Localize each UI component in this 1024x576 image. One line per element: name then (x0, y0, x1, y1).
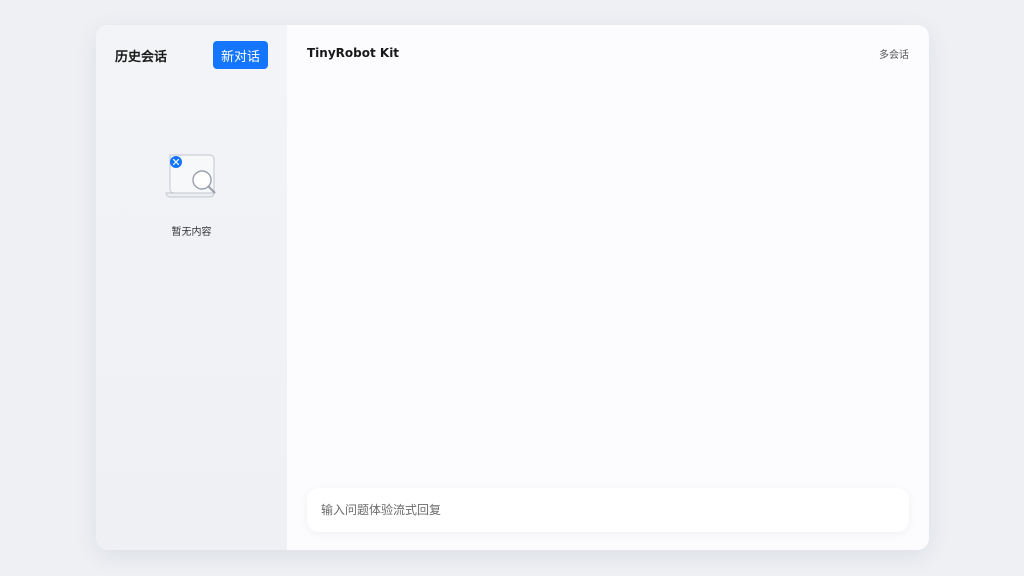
sidebar-title: 历史会话 (115, 49, 168, 65)
chat-header: TinyRobot Kit 多会话 (307, 43, 909, 63)
empty-state-text: 暂无内容 (171, 227, 212, 238)
app-title: TinyRobot Kit (307, 46, 400, 60)
empty-state: 暂无内容 (96, 149, 287, 238)
history-sidebar: 历史会话 新对话 暂无内容 (96, 25, 287, 550)
new-chat-button[interactable]: 新对话 (212, 41, 268, 69)
sidebar-header: 历史会话 新对话 (115, 41, 268, 69)
chat-input-bar (307, 488, 909, 532)
multi-session-link[interactable]: 多会话 (879, 46, 909, 61)
empty-document-search-icon (164, 154, 215, 198)
app-window: 历史会话 新对话 暂无内容 TinyRobot Kit 多会话 (96, 25, 929, 550)
chat-input[interactable] (321, 503, 895, 517)
chat-main-panel: TinyRobot Kit 多会话 (287, 25, 929, 550)
